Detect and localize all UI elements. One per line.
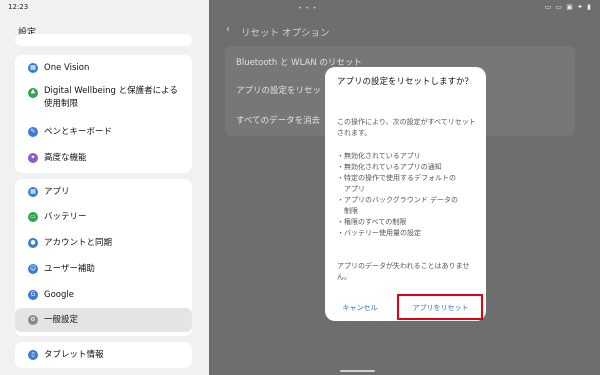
- sidebar-item-battery[interactable]: ▭ バッテリー: [15, 207, 192, 227]
- reset-row-app-settings[interactable]: アプリの設定をリセッ: [236, 84, 321, 96]
- tablet-icon: ▯: [28, 350, 38, 360]
- apps-icon: ▦: [28, 187, 38, 197]
- home-indicator: [340, 370, 375, 372]
- leaf-icon: ♣: [28, 88, 38, 98]
- account-icon: ●: [28, 238, 38, 248]
- sidebar-item-apps[interactable]: ▦ アプリ: [15, 182, 192, 202]
- pen-icon: ✎: [28, 127, 38, 137]
- back-arrow-icon[interactable]: ‹: [226, 24, 230, 35]
- battery-icon: ▭: [28, 212, 38, 222]
- reset-app-settings-dialog: アプリの設定をリセットしますか？ この操作により、次の設定がすべてリセットされま…: [325, 67, 486, 321]
- sidebar-item-label: タブレット情報: [44, 349, 104, 360]
- sidebar-card-top: [15, 34, 192, 46]
- sidebar-item-label: アカウントと同期: [44, 237, 113, 248]
- cancel-button[interactable]: キャンセル: [335, 303, 385, 313]
- dialog-note: アプリのデータが失われることはありません。: [337, 262, 470, 281]
- sidebar-item-accessibility[interactable]: ☺ ユーザー補助: [15, 259, 192, 279]
- sidebar-item-label-line2: 使用制限: [44, 99, 79, 109]
- star-icon: ✦: [28, 153, 38, 163]
- dialog-bullet: ・無効化されているアプリの通知: [337, 163, 442, 171]
- highlight-box: [397, 294, 483, 320]
- sidebar-item-general[interactable]: ⚙ 一般設定: [15, 308, 192, 332]
- sidebar-item-label: ユーザー補助: [44, 263, 95, 274]
- sidebar-item-accounts[interactable]: ● アカウントと同期: [15, 233, 192, 253]
- sidebar-item-label: Google: [44, 289, 74, 300]
- window-handle[interactable]: • • •: [298, 5, 317, 12]
- sidebar-item-label: バッテリー: [44, 211, 87, 222]
- sidebar-item-label: One Vision: [44, 62, 90, 73]
- dialog-intro: この操作により、次の設定がすべてリセットされます。: [337, 118, 476, 137]
- sidebar-item-tablet-info[interactable]: ▯ タブレット情報: [15, 345, 192, 365]
- sidebar-item-one-vision[interactable]: ▦ One Vision: [15, 59, 192, 77]
- dialog-bullet-list: ・無効化されているアプリ ・無効化されているアプリの通知 ・特定の操作で使用する…: [337, 151, 479, 239]
- reset-row-erase-all[interactable]: すべてのデータを消去: [236, 114, 320, 126]
- dialog-bullet: ・特定の操作で使用するデフォルトの: [337, 174, 456, 182]
- grid-icon: ▦: [28, 63, 38, 73]
- sidebar-item-digital-wellbeing[interactable]: ♣ Digital Wellbeing と保護者による 使用制限: [15, 83, 192, 113]
- dialog-bullet: アプリ: [337, 185, 365, 193]
- google-icon: G: [28, 290, 38, 300]
- status-time: 12:23: [8, 3, 29, 11]
- sidebar-item-label: ペンとキーボード: [44, 126, 113, 137]
- sidebar-item-label: 一般設定: [44, 314, 79, 325]
- dialog-bullet: 制限: [337, 207, 358, 215]
- sidebar-card-2: ▦ アプリ ▭ バッテリー ● アカウントと同期 ☺ ユーザー補助 G Goog…: [15, 179, 192, 336]
- settings-sidebar: 12:23 設定 ▦ One Vision ♣ Digital Wellbein…: [0, 0, 209, 375]
- sidebar-item-label: Digital Wellbeing と保護者による: [44, 86, 178, 96]
- sidebar-item-label: アプリ: [44, 186, 70, 197]
- dialog-bullet: ・権限のすべての制限: [337, 218, 407, 226]
- dialog-title: アプリの設定をリセットしますか？: [337, 77, 474, 87]
- sidebar-item-label: 高度な機能: [44, 152, 87, 163]
- dialog-bullet: ・アプリのバックグラウンド データの: [337, 196, 458, 204]
- sidebar-item-pen-keyboard[interactable]: ✎ ペンとキーボード: [15, 123, 192, 141]
- dialog-bullet: ・無効化されているアプリ: [337, 152, 421, 160]
- status-icons: ▭ ▭ ▣ ✦ ▮: [544, 3, 592, 11]
- sidebar-card-1: ▦ One Vision ♣ Digital Wellbeing と保護者による…: [15, 55, 192, 173]
- sidebar-item-google[interactable]: G Google: [15, 285, 192, 305]
- reset-options-header: リセット オプション: [241, 28, 330, 39]
- accessibility-icon: ☺: [28, 264, 38, 274]
- gear-icon: ⚙: [28, 315, 38, 325]
- sidebar-card-3: ▯ タブレット情報: [15, 342, 192, 368]
- sidebar-item-advanced[interactable]: ✦ 高度な機能: [15, 149, 192, 167]
- dialog-bullet: ・バッテリー使用量の設定: [337, 229, 421, 237]
